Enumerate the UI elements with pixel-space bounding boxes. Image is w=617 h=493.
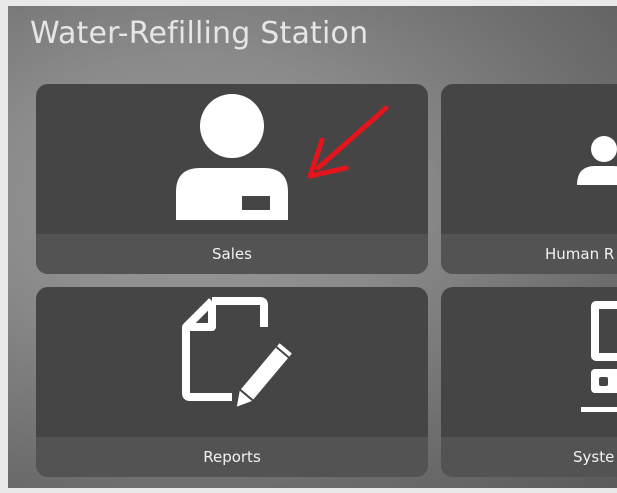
- screenshot-frame: Water-Refilling Station Sales Human R Re…: [0, 0, 617, 493]
- sales-caption-bar: Sales: [36, 234, 428, 274]
- human-resources-caption-bar: Human R: [441, 234, 617, 274]
- sales-label: Sales: [212, 245, 252, 263]
- app-title: Water-Refilling Station: [30, 16, 369, 51]
- main-menu-window: Water-Refilling Station Sales Human R Re…: [8, 6, 617, 488]
- system-label: Syste: [573, 448, 615, 466]
- system-caption-bar: Syste: [441, 437, 617, 477]
- reports-label: Reports: [203, 448, 261, 466]
- sales-tile[interactable]: Sales: [36, 84, 428, 274]
- reports-caption-bar: Reports: [36, 437, 428, 477]
- reports-tile[interactable]: Reports: [36, 287, 428, 477]
- human-resources-label: Human R: [545, 245, 615, 263]
- system-tile[interactable]: Syste: [441, 287, 617, 477]
- human-resources-tile[interactable]: Human R: [441, 84, 617, 274]
